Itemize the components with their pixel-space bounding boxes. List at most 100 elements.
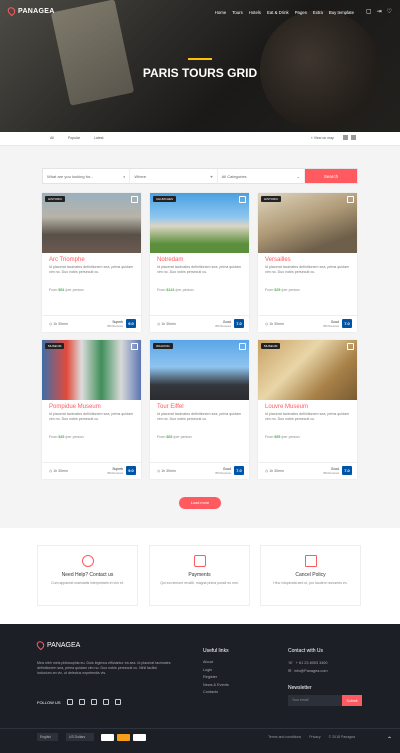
link-login[interactable]: Login [203, 668, 229, 672]
twitter-icon[interactable] [78, 699, 85, 705]
payments-box[interactable]: Payments Qui ea nemore eruditi, magna pri… [149, 545, 250, 606]
tour-title[interactable]: Pompidue Museum [49, 404, 101, 410]
search-input[interactable]: What are you looking for... ⌕ [43, 169, 131, 183]
phone-link[interactable]: ☏ + 61 23 8093 3400 [288, 660, 328, 666]
search-icon: ⌕ [123, 173, 126, 179]
language-select[interactable]: English [37, 733, 58, 741]
rating-label: Good 350 Reviews [214, 467, 231, 475]
tour-footer: ◷ 1h 30min Good 350 Reviews 7.0 [258, 315, 357, 332]
filter-latest[interactable]: Latest [94, 136, 104, 140]
tour-card[interactable]: MUSEUM Pompidue Museum Id placerat tacimat… [42, 340, 141, 479]
main-nav: Home Tours Hotels Eat & Drink Pages Extr… [215, 10, 354, 15]
tour-description: Id placerat tacimates definitionem sea, … [157, 412, 242, 421]
nav-eat-drink[interactable]: Eat & Drink [267, 10, 289, 15]
filter-all[interactable]: All [50, 136, 54, 140]
site-logo[interactable]: PANAGEA [6, 5, 55, 17]
link-register[interactable]: Register [203, 675, 229, 679]
copyright-text: © 2018 Panagea [328, 735, 355, 739]
search-bar: What are you looking for... ⌕ Where ⌖ All … [42, 168, 358, 184]
wallet-icon [193, 555, 206, 567]
nav-pages[interactable]: Pages [295, 10, 307, 15]
email-link[interactable]: ✉ info@Panagea.com [288, 668, 328, 674]
footer-divider [0, 728, 400, 729]
rating-score: 7.0 [234, 466, 244, 475]
wishlist-icon[interactable] [347, 343, 354, 350]
tour-card[interactable]: WALKING Tour Eiffel Id placerat tacimates … [150, 340, 249, 479]
tour-title[interactable]: Notredam [157, 257, 183, 263]
newsletter-form: Your email Submit [288, 695, 362, 706]
rating-score: 7.0 [234, 319, 244, 328]
tour-title[interactable]: Tour Eiffel [157, 404, 184, 410]
tour-image[interactable]: HISTORIC [42, 193, 141, 253]
tour-image[interactable]: CHURCHES [150, 193, 249, 253]
tour-price: From $124 /per person [157, 288, 194, 292]
lifebuoy-icon [81, 555, 94, 567]
list-view-icon[interactable] [351, 135, 356, 140]
pinterest-icon[interactable] [102, 699, 109, 705]
phone-icon: ☏ [288, 661, 293, 665]
category-select[interactable]: All Categories ⌄ [218, 169, 305, 183]
tour-description: Id placerat tacimates definitionem sea, … [49, 265, 134, 274]
tour-description: Id placerat tacimates definitionem sea, … [49, 412, 134, 421]
wishlist-icon[interactable] [239, 196, 246, 203]
tour-image[interactable]: MUSEUM [42, 340, 141, 400]
link-about[interactable]: About [203, 660, 229, 664]
tour-title[interactable]: Versailles [265, 257, 291, 263]
grid-view-icon[interactable] [343, 135, 348, 140]
nav-hotels[interactable]: Hotels [249, 10, 261, 15]
tour-title[interactable]: Louvre Museum [265, 404, 308, 410]
rating-label: Good 350 Reviews [322, 320, 339, 328]
tour-footer: ◷ 1h 30min Superb 350 Reviews 9.0 [42, 315, 141, 332]
nav-tours[interactable]: Tours [232, 10, 243, 15]
tour-title[interactable]: Arc Triomphe [49, 257, 85, 263]
tour-image[interactable]: MUSEUM [258, 340, 357, 400]
facebook-icon[interactable] [66, 699, 73, 705]
nav-extra[interactable]: Extra [313, 10, 323, 15]
tour-duration: ◷ 1h 30min [49, 322, 68, 326]
terms-link[interactable]: Terms and conditions [268, 735, 301, 739]
tour-price: From $95 /per person [265, 435, 300, 439]
help-box[interactable]: Need Help? Contact us Cum appareat maesta… [37, 545, 138, 606]
rating-score: 9.0 [126, 466, 136, 475]
tour-image[interactable]: WALKING [150, 340, 249, 400]
tour-image[interactable]: HISTORIC [258, 193, 357, 253]
link-news-events[interactable]: News & Events [203, 683, 229, 687]
cart-icon[interactable]: ▢ [366, 8, 372, 15]
tour-duration: ◷ 1h 30min [157, 322, 176, 326]
tour-card[interactable]: MUSEUM Louvre Museum Id placerat tacimates… [258, 340, 357, 479]
footer-logo[interactable]: PANAGEA [35, 639, 80, 651]
tour-footer: ◷ 1h 30min Good 350 Reviews 7.0 [150, 315, 249, 332]
pin-icon [35, 639, 46, 651]
newsletter-submit-button[interactable]: Submit [342, 695, 362, 706]
tour-card[interactable]: HISTORIC Arc Triomphe Id placerat tacimate… [42, 193, 141, 332]
tour-description: Id placerat tacimates definitionem sea, … [265, 412, 350, 421]
privacy-link[interactable]: Privacy [309, 735, 320, 739]
wishlist-icon[interactable] [131, 196, 138, 203]
where-input[interactable]: Where ⌖ [130, 169, 218, 183]
filter-popular[interactable]: Popular [68, 136, 80, 140]
login-icon[interactable]: ⇥ [377, 8, 382, 15]
currency-select[interactable]: US Dollars [66, 733, 94, 741]
load-more-button[interactable]: Load more [179, 497, 221, 509]
header-icons: ▢ ⇥ ♡ [366, 8, 392, 15]
newsletter-email-input[interactable]: Your email [288, 695, 342, 706]
link-contacts[interactable]: Contacts [203, 690, 229, 694]
nav-home[interactable]: Home [215, 10, 226, 15]
wishlist-icon[interactable] [347, 196, 354, 203]
page-title: PARIS TOURS GRID [142, 66, 258, 80]
wishlist-icon[interactable]: ♡ [387, 8, 392, 15]
tour-duration: ◷ 1h 30min [157, 469, 176, 473]
search-button[interactable]: Search [304, 169, 357, 183]
back-to-top-icon[interactable]: ⌃ [387, 736, 392, 743]
tour-footer: ◷ 1h 30min Good 350 Reviews 7.0 [258, 462, 357, 479]
wishlist-icon[interactable] [239, 343, 246, 350]
instagram-icon[interactable] [114, 699, 121, 705]
tour-card[interactable]: CHURCHES Notredam Id placerat tacimates de… [150, 193, 249, 332]
view-map-link[interactable]: ⌖ View on map [311, 136, 334, 140]
wishlist-icon[interactable] [131, 343, 138, 350]
tour-card[interactable]: HISTORIC Versailles Id placerat tacimates … [258, 193, 357, 332]
cancel-policy-box[interactable]: Cancel Policy Hinc vituperata sed ut, pro… [260, 545, 361, 606]
legal-links: Terms and conditions Privacy © 2018 Pana… [268, 735, 355, 739]
google-plus-icon[interactable] [90, 699, 97, 705]
nav-buy-template[interactable]: Buy template [329, 10, 354, 15]
